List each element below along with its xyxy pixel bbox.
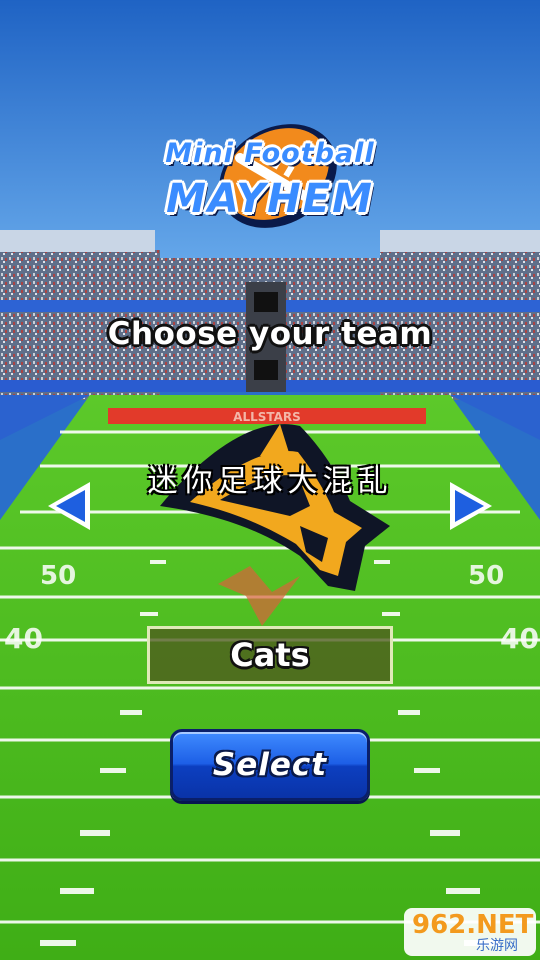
yard-number-right-2: 40 xyxy=(500,622,539,655)
select-button-label: Select xyxy=(212,747,328,783)
team-name: Cats xyxy=(230,636,310,674)
game-logo: Mini Football MAYHEM xyxy=(140,110,400,250)
site-watermark-badge: 962.NET 乐游网 xyxy=(404,908,536,956)
next-team-button[interactable] xyxy=(442,478,496,534)
logo-title-line1: Mini Football xyxy=(165,138,375,169)
cat-mascot-icon xyxy=(160,424,390,626)
yard-number-right: 50 xyxy=(468,561,504,591)
yard-number-left-2: 40 xyxy=(4,622,43,655)
site-watermark-sub: 乐游网 xyxy=(476,938,518,954)
left-light-tower xyxy=(0,230,155,252)
yard-number-left: 50 xyxy=(40,561,76,591)
select-button[interactable]: Select xyxy=(170,729,370,801)
right-arrow-icon xyxy=(450,482,492,530)
logo-title-line2: MAYHEM xyxy=(166,176,374,222)
team-name-panel: Cats xyxy=(147,626,393,684)
choose-team-title: Choose your team xyxy=(107,316,433,352)
right-light-tower xyxy=(380,230,540,252)
